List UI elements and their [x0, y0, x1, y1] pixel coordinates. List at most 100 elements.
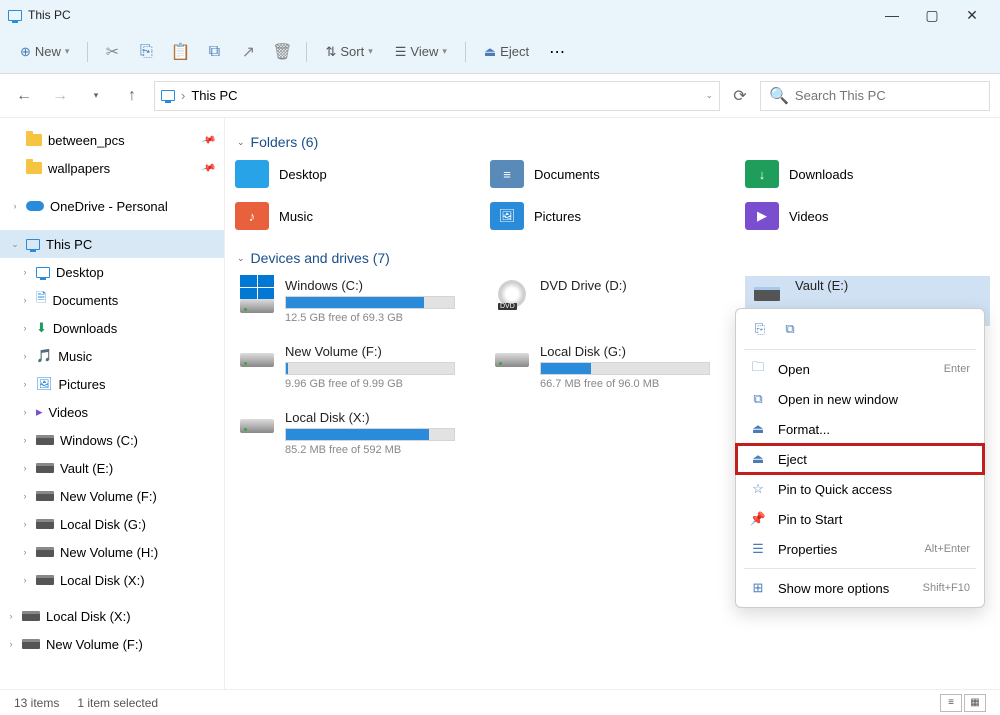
chevron-down-icon: ⌄ [237, 253, 245, 264]
context-menu-item-format[interactable]: ⏏ Format... [736, 414, 984, 444]
status-bar: 13 items 1 item selected ≡ ▦ [0, 689, 1000, 715]
storage-bar [540, 362, 710, 375]
sidebar-item[interactable]: ›🖼 Pictures [0, 370, 224, 398]
paste-icon[interactable]: 📋 [166, 38, 194, 66]
drive-icon [36, 519, 54, 529]
open-icon: 🗀 [750, 361, 766, 377]
sidebar-item[interactable]: ›🗎 Documents [0, 286, 224, 314]
status-items-count: 13 items [14, 696, 59, 710]
title-text: This PC [28, 8, 71, 22]
search-input[interactable] [795, 88, 981, 103]
sidebar-quick-item[interactable]: between_pcs 📌 [0, 126, 224, 154]
tiles-view-button[interactable]: ▦ [964, 694, 986, 712]
forward-button[interactable]: → [46, 82, 74, 110]
thispc-icon [26, 239, 40, 250]
sidebar-item[interactable]: › Local Disk (X:) [0, 602, 224, 630]
context-menu-item-newwin[interactable]: ⧉ Open in new window [736, 384, 984, 414]
new-button[interactable]: ⊕ New ▾ [12, 40, 77, 64]
drive-tile[interactable]: New Volume (F:) 9.96 GB free of 9.99 GB [235, 342, 480, 392]
drive-tile[interactable]: Local Disk (X:) 85.2 MB free of 592 MB [235, 408, 480, 458]
sidebar-item[interactable]: ›🎵 Music [0, 342, 224, 370]
context-menu-item-pin[interactable]: 📌 Pin to Start [736, 504, 984, 534]
delete-icon[interactable]: 🗑 [268, 38, 296, 66]
folder-icon [26, 134, 42, 146]
sidebar-item[interactable]: › New Volume (F:) [0, 482, 224, 510]
refresh-button[interactable]: ⟳ [728, 86, 752, 106]
rename-icon[interactable]: ⧉ [200, 38, 228, 66]
format-icon: ⏏ [750, 421, 766, 437]
context-menu-item-star[interactable]: ☆ Pin to Quick access [736, 474, 984, 504]
search-box[interactable]: 🔍 [760, 81, 990, 111]
folders-header[interactable]: ⌄ Folders (6) [237, 134, 990, 150]
folder-tile[interactable]: ≡ Documents [490, 160, 735, 188]
drive-name: Local Disk (G:) [540, 344, 733, 359]
folder-icon: 🖼 [490, 202, 524, 230]
maximize-button[interactable]: ▢ [912, 1, 952, 29]
sidebar-item[interactable]: › New Volume (F:) [0, 630, 224, 658]
sidebar-item[interactable]: › New Volume (H:) [0, 538, 224, 566]
drive-icon [240, 419, 274, 433]
folder-tile[interactable]: ↓ Downloads [745, 160, 990, 188]
eject-button[interactable]: ⏏ Eject [476, 40, 537, 64]
sidebar-item[interactable]: › Desktop [0, 258, 224, 286]
sidebar-thispc[interactable]: ⌄ This PC [0, 230, 224, 258]
drive-tile[interactable]: Local Disk (G:) 66.7 MB free of 96.0 MB [490, 342, 735, 392]
recent-button[interactable]: ▾ [82, 82, 110, 110]
folder-label: Downloads [789, 167, 853, 182]
sidebar-item[interactable]: ›▸ Videos [0, 398, 224, 426]
sidebar-quick-item[interactable]: wallpapers 📌 [0, 154, 224, 182]
context-menu-item-props[interactable]: ☰ Properties Alt+Enter [736, 534, 984, 564]
documents-icon: 🗎 [36, 289, 46, 311]
chevron-down-icon[interactable]: ⌄ [705, 90, 713, 101]
drive-free-text: 85.2 MB free of 592 MB [285, 444, 478, 456]
address-bar[interactable]: › This PC ⌄ [154, 81, 720, 111]
drive-name: New Volume (F:) [285, 344, 478, 359]
copy-icon[interactable]: ⎘ [132, 38, 160, 66]
folder-tile[interactable]: Desktop [235, 160, 480, 188]
drive-icon [240, 275, 274, 313]
window-title: This PC [8, 8, 71, 22]
up-button[interactable]: ↑ [118, 82, 146, 110]
sidebar-item[interactable]: › Local Disk (G:) [0, 510, 224, 538]
view-button[interactable]: ☰ View ▾ [387, 40, 455, 64]
navigation-pane: between_pcs 📌 wallpapers 📌 › OneDrive - … [0, 118, 225, 689]
back-button[interactable]: ← [10, 82, 38, 110]
context-menu-item-open[interactable]: 🗀 Open Enter [736, 354, 984, 384]
folder-icon [26, 162, 42, 174]
details-view-button[interactable]: ≡ [940, 694, 962, 712]
sidebar-item[interactable]: › Local Disk (X:) [0, 566, 224, 594]
sidebar-onedrive[interactable]: › OneDrive - Personal [0, 192, 224, 220]
sidebar-item[interactable]: › Vault (E:) [0, 454, 224, 482]
command-bar: ⊕ New ▾ ✂ ⎘ 📋 ⧉ ↗ 🗑 ⇅ Sort ▾ ☰ View ▾ ⏏ … [0, 30, 1000, 74]
folder-tile[interactable]: ▶ Videos [745, 202, 990, 230]
close-button[interactable]: ✕ [952, 1, 992, 29]
share-icon[interactable]: ↗ [234, 38, 262, 66]
thispc-icon [8, 10, 22, 21]
drive-tile[interactable]: Windows (C:) 12.5 GB free of 69.3 GB [235, 276, 480, 326]
breadcrumb-segment[interactable]: This PC [191, 88, 237, 103]
dvd-icon [498, 280, 526, 308]
folder-tile[interactable]: 🖼 Pictures [490, 202, 735, 230]
drives-header[interactable]: ⌄ Devices and drives (7) [237, 250, 990, 266]
context-menu-item-eject[interactable]: ⏏ Eject [736, 444, 984, 474]
sort-button[interactable]: ⇅ Sort ▾ [317, 40, 380, 64]
cut-icon[interactable]: ✂ [98, 38, 126, 66]
sidebar-item[interactable]: › Windows (C:) [0, 426, 224, 454]
drive-name: DVD Drive (D:) [540, 278, 733, 293]
minimize-button[interactable]: ― [872, 1, 912, 29]
storage-bar [285, 296, 455, 309]
rename-icon[interactable]: ⧉ [780, 319, 800, 339]
drive-free-text: 12.5 GB free of 69.3 GB [285, 312, 478, 324]
context-menu-item-more[interactable]: ⊞ Show more options Shift+F10 [736, 573, 984, 603]
sidebar-item[interactable]: ›⬇ Downloads [0, 314, 224, 342]
drive-icon [240, 353, 274, 367]
more-icon[interactable]: ⋯ [543, 38, 571, 66]
drive-icon [36, 435, 54, 445]
copy-icon[interactable]: ⎘ [750, 319, 770, 339]
context-menu: ⎘ ⧉ 🗀 Open Enter ⧉ Open in new window ⏏ … [735, 308, 985, 608]
nav-bar: ← → ▾ ↑ › This PC ⌄ ⟳ 🔍 [0, 74, 1000, 118]
titlebar: This PC ― ▢ ✕ [0, 0, 1000, 30]
folder-tile[interactable]: ♪ Music [235, 202, 480, 230]
drive-tile[interactable]: DVD Drive (D:) [490, 276, 735, 326]
separator [306, 42, 307, 62]
